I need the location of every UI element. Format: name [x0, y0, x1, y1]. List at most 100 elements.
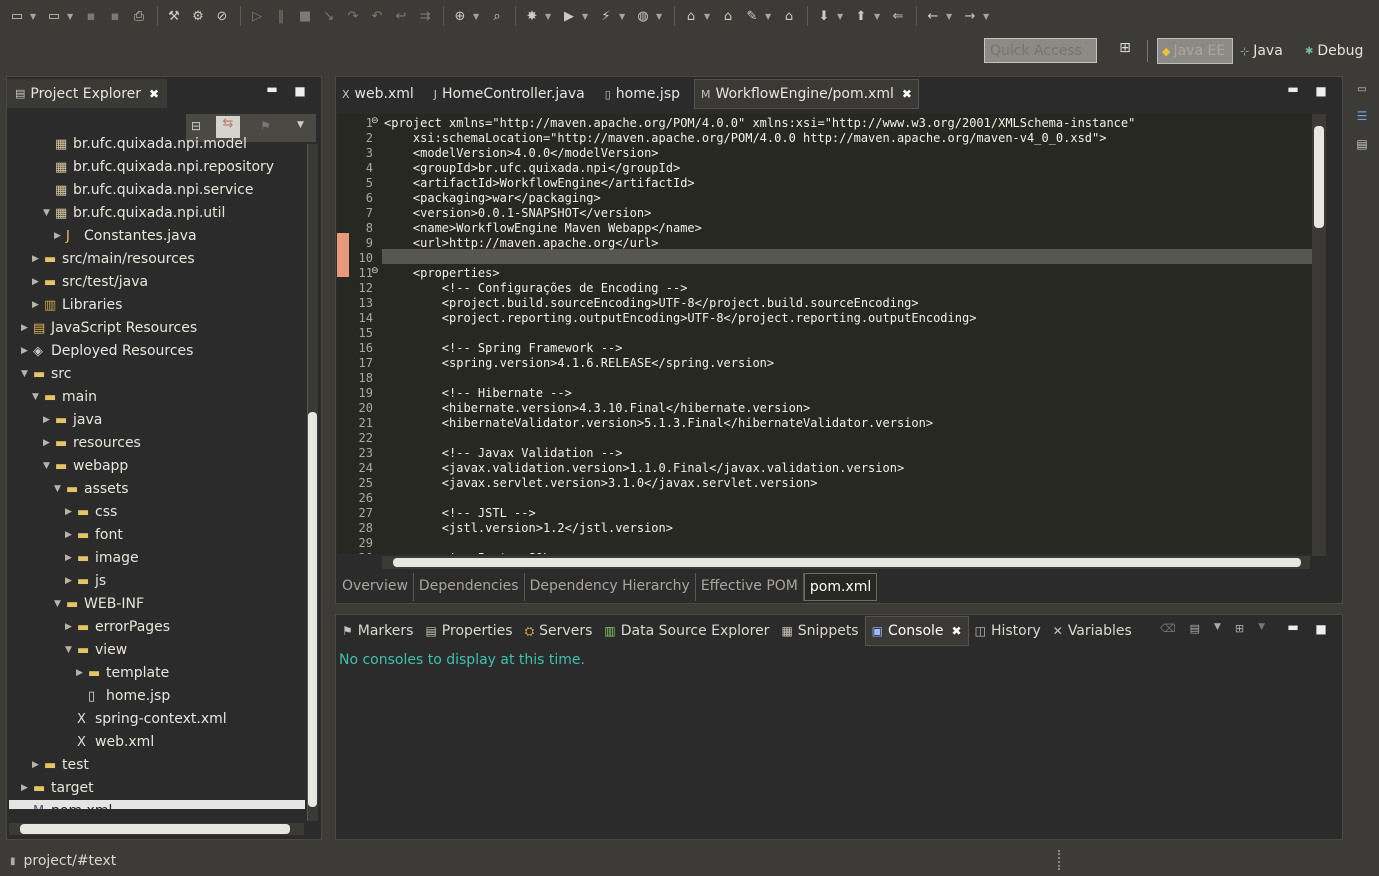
prev-annotation-icon[interactable]: ⬆ [850, 5, 872, 27]
outline-icon[interactable]: ☰ [1357, 109, 1368, 123]
collapsed-arrow-icon[interactable]: ▶ [43, 432, 50, 455]
console-dropdown-icon[interactable]: ▼ [1214, 622, 1221, 635]
tree-item[interactable]: ▶ ▬ font [9, 524, 305, 547]
tree-item[interactable]: ▦ br.ufc.quixada.npi.repository [9, 156, 305, 179]
perspective-debug[interactable]: ✱ Debug [1305, 38, 1363, 64]
expanded-arrow-icon[interactable]: ▼ [43, 455, 50, 478]
tab-pom-page[interactable]: Effective POM [696, 573, 804, 601]
dropdown-arrow-icon[interactable]: ▼ [874, 12, 884, 21]
tree-item[interactable]: ▶ ▬ src/main/resources [9, 248, 305, 271]
open-resource-icon[interactable]: ✎ [741, 5, 763, 27]
expanded-arrow-icon[interactable]: ▼ [65, 639, 72, 662]
expanded-arrow-icon[interactable]: ▼ [43, 202, 50, 225]
new-java-project-icon[interactable]: ⊕ [449, 5, 471, 27]
collapsed-arrow-icon[interactable]: ▶ [65, 547, 72, 570]
dropdown-arrow-icon[interactable]: ▼ [67, 12, 77, 21]
refactor-icon[interactable]: ⚙ [187, 5, 209, 27]
perspective-java[interactable]: ⊹ Java [1240, 38, 1283, 64]
console-maximize-icon[interactable]: ■ [1313, 622, 1329, 636]
collapsed-arrow-icon[interactable]: ▶ [54, 225, 61, 248]
collapsed-arrow-icon[interactable]: ▶ [65, 616, 72, 639]
collapsed-arrow-icon[interactable]: ▶ [21, 317, 28, 340]
tab-pom-page[interactable]: Dependency Hierarchy [525, 573, 696, 601]
tab-bottom-view[interactable]: ⛭ Servers [519, 616, 599, 646]
drop-frame-icon[interactable]: ↩ [390, 5, 412, 27]
print-icon[interactable]: ⎙ [128, 5, 150, 27]
new-dropdown-icon[interactable]: ▭ [43, 5, 65, 27]
tab-bottom-view[interactable]: ▥ Data Source Explorer [598, 616, 775, 646]
suspend-icon[interactable]: ‖ [270, 5, 292, 27]
view-menu-icon[interactable]: ▼ [297, 120, 304, 130]
open-perspective-button[interactable]: ⊞ [1114, 40, 1136, 62]
skip-breakpoints-icon[interactable]: ⊘ [211, 5, 233, 27]
fold-marker-icon[interactable]: ⊖ [371, 116, 379, 126]
expanded-arrow-icon[interactable]: ▼ [54, 478, 61, 501]
tree-item[interactable]: ▶ ▬ src/test/java [9, 271, 305, 294]
tree-item[interactable]: ▶ ▬ test [9, 754, 305, 777]
coverage-icon[interactable]: ◍ [632, 5, 654, 27]
console-minimize-icon[interactable]: ▬ [1285, 620, 1301, 634]
collapsed-arrow-icon[interactable]: ▶ [21, 777, 28, 800]
step-over-icon[interactable]: ↷ [342, 5, 364, 27]
debug-icon[interactable]: ✸ [521, 5, 543, 27]
save-all-icon[interactable]: ▪ [104, 5, 126, 27]
dropdown-arrow-icon[interactable]: ▼ [656, 12, 666, 21]
tab-bottom-view[interactable]: ✕ Variables [1047, 616, 1138, 646]
dropdown-arrow-icon[interactable]: ▼ [704, 12, 714, 21]
tree-item[interactable]: ▶ ▬ js [9, 570, 305, 593]
back-icon[interactable]: ← [922, 5, 944, 27]
tab-editor-file[interactable]: Xweb.xml [336, 79, 420, 109]
tab-pom-page[interactable]: Dependencies [414, 573, 525, 601]
collapsed-arrow-icon[interactable]: ▶ [65, 524, 72, 547]
search-icon[interactable]: ⌕ [486, 5, 508, 27]
tab-bottom-view[interactable]: ◫ History [969, 616, 1047, 646]
step-return-icon[interactable]: ↶ [366, 5, 388, 27]
collapsed-arrow-icon[interactable]: ▶ [65, 501, 72, 524]
tree-item[interactable]: ▶ ▬ target [9, 777, 305, 800]
tab-editor-file[interactable]: M WorkflowEngine/pom.xml ✖ [694, 79, 919, 109]
dropdown-arrow-icon[interactable]: ▼ [582, 12, 592, 21]
step-into-icon[interactable]: ↘ [318, 5, 340, 27]
dropdown-arrow-icon[interactable]: ▼ [619, 12, 629, 21]
tree-item[interactable]: ▶ ▤ JavaScript Resources [9, 317, 305, 340]
tab-bottom-view[interactable]: ▤ Properties [419, 616, 518, 646]
expanded-arrow-icon[interactable]: ▼ [54, 593, 61, 616]
tree-item[interactable]: Xweb.xml [9, 731, 305, 754]
editor-minimize-icon[interactable]: ▬ [1285, 82, 1301, 96]
dropdown-arrow-icon[interactable]: ▼ [983, 12, 993, 21]
dropdown-arrow-icon[interactable]: ▼ [837, 12, 847, 21]
tree-item[interactable]: ▼ ▬ webapp [9, 455, 305, 478]
tree-scrollbar-thumb[interactable] [308, 412, 317, 807]
last-edit-icon[interactable]: ⇐ [887, 5, 909, 27]
tree-item[interactable]: Mpom.xml [9, 800, 305, 809]
dropdown-arrow-icon[interactable]: ▼ [946, 12, 956, 21]
dropdown-arrow-icon[interactable]: ▼ [765, 12, 775, 21]
tree-item[interactable]: ▼ ▬ src [9, 363, 305, 386]
fold-marker-icon[interactable]: ⊖ [371, 266, 379, 276]
tree-item[interactable]: ▼ ▬ WEB-INF [9, 593, 305, 616]
external-tools-icon[interactable]: ⚡ [595, 5, 617, 27]
next-annotation-icon[interactable]: ⬇ [813, 5, 835, 27]
terminate-icon[interactable]: ■ [294, 5, 316, 27]
collapsed-arrow-icon[interactable]: ▶ [76, 662, 83, 685]
dropdown-arrow-icon[interactable]: ▼ [545, 12, 555, 21]
close-icon[interactable]: ✖ [902, 87, 912, 101]
tree-item[interactable]: ▼ ▦ br.ufc.quixada.npi.util [9, 202, 305, 225]
tree-item[interactable]: ▶ ▬ java [9, 409, 305, 432]
collapsed-arrow-icon[interactable]: ▶ [32, 248, 39, 271]
tab-pom-page[interactable]: pom.xml [803, 573, 878, 601]
tab-bottom-view[interactable]: ▣ Console ✖ [864, 616, 969, 646]
tree-item[interactable]: ▶ ▬ image [9, 547, 305, 570]
tree-item[interactable]: ▶ J Constantes.java [9, 225, 305, 248]
filter-icon[interactable]: ⚑ [260, 119, 271, 133]
tab-project-explorer[interactable]: ▤ Project Explorer ✖ [7, 79, 168, 108]
collapse-all-icon[interactable]: ⊟ [191, 119, 201, 133]
collapsed-arrow-icon[interactable]: ▶ [32, 754, 39, 777]
collapsed-arrow-icon[interactable]: ▶ [65, 570, 72, 593]
build-icon[interactable]: ⚒ [163, 5, 185, 27]
tree-item[interactable]: ▶ ▬ errorPages [9, 616, 305, 639]
expanded-arrow-icon[interactable]: ▼ [21, 363, 28, 386]
tree-item[interactable]: ▶ ▬ template [9, 662, 305, 685]
restore-icon[interactable]: ▭ [1357, 84, 1366, 95]
tree-item[interactable]: ▼ ▬ assets [9, 478, 305, 501]
